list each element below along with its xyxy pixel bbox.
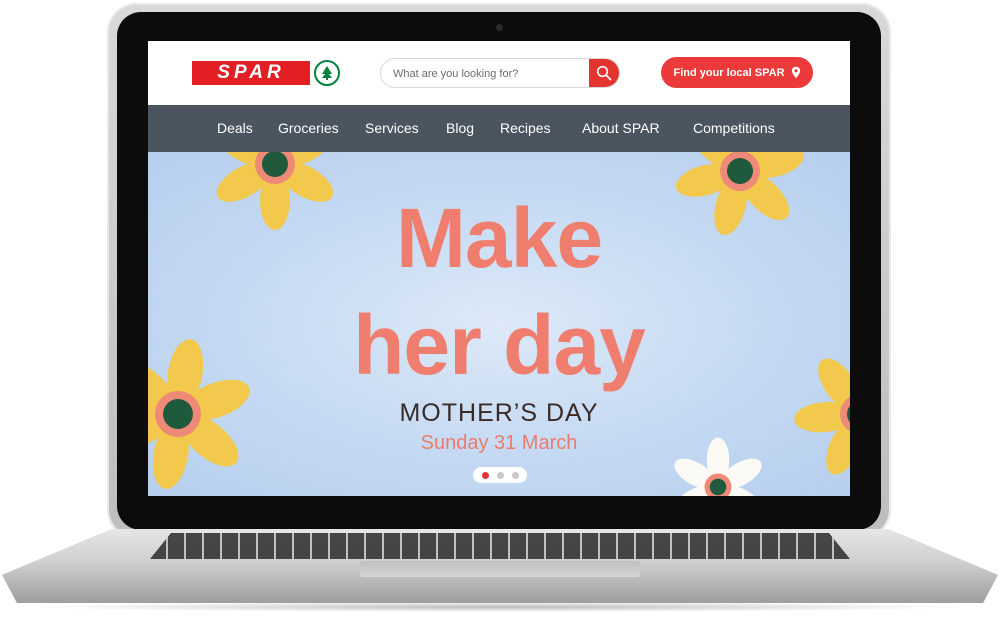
nav-item-about-spar[interactable]: About SPAR bbox=[582, 105, 660, 152]
main-navigation: Deals Groceries Services Blog Recipes Ab… bbox=[148, 105, 850, 152]
search-icon bbox=[596, 65, 612, 81]
laptop-keyboard bbox=[150, 533, 850, 559]
carousel-indicators bbox=[473, 467, 527, 483]
nav-item-deals[interactable]: Deals bbox=[217, 105, 253, 152]
find-store-label: Find your local SPAR bbox=[673, 66, 785, 79]
spar-logo-wordmark: SPAR bbox=[192, 61, 310, 85]
location-pin-icon bbox=[791, 66, 800, 79]
camera-icon bbox=[496, 24, 503, 31]
carousel-dot-1[interactable] bbox=[481, 471, 489, 479]
nav-item-recipes[interactable]: Recipes bbox=[500, 105, 551, 152]
laptop-trackpad bbox=[360, 561, 640, 577]
spar-logo[interactable]: SPAR bbox=[192, 60, 344, 86]
hero-banner[interactable]: Make her day MOTHER’S DAY Sunday 31 Marc… bbox=[148, 152, 850, 496]
find-local-store-button[interactable]: Find your local SPAR bbox=[661, 57, 813, 88]
nav-item-groceries[interactable]: Groceries bbox=[278, 105, 339, 152]
nav-item-services[interactable]: Services bbox=[365, 105, 419, 152]
hero-date: Sunday 31 March bbox=[420, 432, 578, 454]
carousel-dot-2[interactable] bbox=[496, 471, 504, 479]
nav-item-blog[interactable]: Blog bbox=[446, 105, 474, 152]
hero-headline-line2: her day bbox=[353, 298, 646, 392]
tree-icon bbox=[314, 60, 340, 86]
hero-headline-line1: Make bbox=[395, 191, 603, 285]
carousel-dot-3[interactable] bbox=[511, 471, 519, 479]
search-button[interactable] bbox=[589, 59, 619, 87]
search-input[interactable] bbox=[391, 59, 591, 87]
hero-occasion: MOTHER’S DAY bbox=[399, 399, 599, 427]
site-header: SPAR Find your local SPAR bbox=[148, 41, 850, 105]
nav-item-competitions[interactable]: Competitions bbox=[693, 105, 775, 152]
website-screen: SPAR Find your local SPAR bbox=[148, 41, 850, 496]
laptop-shadow bbox=[30, 602, 970, 612]
search-bar bbox=[380, 58, 620, 88]
